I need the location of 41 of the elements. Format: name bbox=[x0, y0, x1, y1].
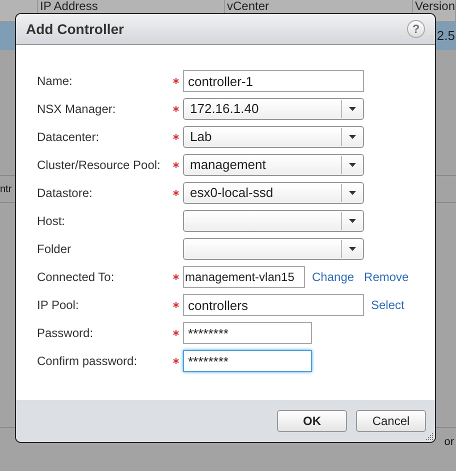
caret-icon bbox=[349, 191, 356, 195]
table-cell-text: or bbox=[444, 435, 455, 450]
table-cell-text: 2.5 bbox=[436, 27, 456, 46]
dropdown[interactable]: 172.16.1.40 bbox=[183, 98, 364, 120]
field-label: Connected To: bbox=[37, 269, 116, 286]
input-field[interactable]: controller-1 bbox=[183, 70, 364, 92]
caret-icon bbox=[349, 135, 356, 139]
column-header[interactable]: IP Address bbox=[40, 0, 98, 13]
field-label: Host: bbox=[37, 213, 66, 230]
field-label: NSX Manager: bbox=[37, 101, 117, 118]
window-title: Add Controller bbox=[26, 20, 124, 38]
dropdown[interactable]: Lab bbox=[183, 126, 364, 148]
password-field[interactable]: ******** bbox=[183, 350, 312, 372]
field-label: Confirm password: bbox=[37, 353, 138, 370]
caret-icon bbox=[349, 219, 356, 223]
caret-icon bbox=[349, 107, 356, 111]
cancel-button[interactable]: Cancel bbox=[356, 410, 426, 432]
field-label: Datacenter: bbox=[37, 129, 100, 146]
ok-button[interactable]: OK bbox=[277, 410, 347, 432]
table-cell-text: ntr bbox=[0, 182, 12, 196]
dropdown[interactable]: management bbox=[183, 154, 364, 176]
dropdown[interactable]: esx0-local-ssd bbox=[183, 182, 364, 204]
link[interactable]: Select bbox=[371, 296, 404, 314]
link[interactable]: Change bbox=[312, 268, 354, 286]
link[interactable]: Remove bbox=[364, 268, 409, 286]
input-field[interactable]: controllers bbox=[183, 294, 364, 316]
field-label: Password: bbox=[37, 325, 94, 342]
dropdown[interactable] bbox=[183, 238, 364, 260]
caret-icon bbox=[349, 247, 356, 251]
column-header[interactable]: vCenter bbox=[227, 0, 270, 13]
caret-icon bbox=[349, 163, 356, 167]
field-label: Name: bbox=[37, 73, 74, 90]
help-button[interactable]: ? bbox=[407, 20, 425, 38]
password-field[interactable]: ******** bbox=[183, 322, 312, 344]
field-label: IP Pool: bbox=[37, 297, 80, 314]
field-label: Folder bbox=[37, 241, 72, 258]
field-label: Datastore: bbox=[37, 185, 94, 202]
dropdown[interactable] bbox=[183, 210, 364, 232]
input-field[interactable]: management-vlan15 bbox=[183, 266, 305, 288]
column-header[interactable]: Version bbox=[415, 0, 456, 13]
field-label: Cluster/Resource Pool: bbox=[37, 157, 162, 174]
